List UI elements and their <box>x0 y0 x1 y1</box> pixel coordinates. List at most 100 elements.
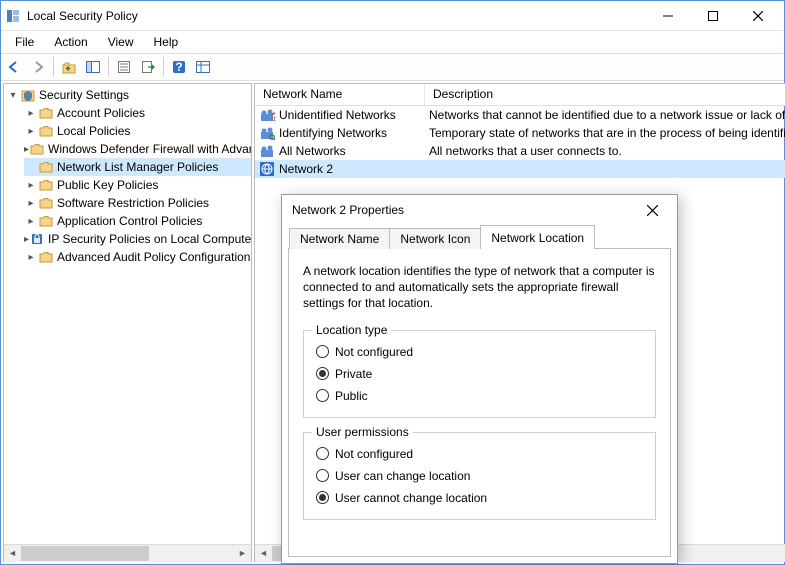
export-button[interactable] <box>137 56 159 78</box>
radio-label: Not configured <box>335 345 413 359</box>
menu-view[interactable]: View <box>98 33 144 51</box>
group-title: User permissions <box>312 425 413 439</box>
svg-text:?: ? <box>271 110 275 123</box>
tree-item[interactable]: Network List Manager Policies <box>24 158 251 176</box>
scroll-left-button[interactable]: ◄ <box>4 545 21 562</box>
expand-icon[interactable]: ▸ <box>24 180 38 191</box>
dialog-close-button[interactable] <box>637 195 667 225</box>
expand-icon[interactable]: ▸ <box>24 198 38 209</box>
column-network-name[interactable]: Network Name <box>255 84 425 105</box>
tree-item[interactable]: ▸Application Control Policies <box>24 212 251 230</box>
tab-network-location[interactable]: Network Location <box>480 225 595 249</box>
radio-button[interactable] <box>316 491 329 504</box>
dialog-title: Network 2 Properties <box>292 203 637 217</box>
collapse-icon[interactable]: ▾ <box>6 90 20 101</box>
radio-button[interactable] <box>316 345 329 358</box>
network-icon <box>259 143 275 159</box>
scroll-right-button[interactable]: ► <box>234 545 251 562</box>
tree-item[interactable]: ▸Advanced Audit Policy Configuration <box>24 248 251 266</box>
scroll-track[interactable] <box>21 545 234 562</box>
tree-item-label: Network List Manager Policies <box>57 160 218 174</box>
expand-icon[interactable]: ▸ <box>24 216 38 227</box>
location-description: A network location identifies the type o… <box>303 263 656 312</box>
list-row[interactable]: Network 2 <box>255 160 785 178</box>
tab-network-icon[interactable]: Network Icon <box>389 228 481 249</box>
expand-icon[interactable]: ▸ <box>24 108 38 119</box>
tree-panel: ▾ Security Settings ▸ Account Policies ▸ Lo… <box>3 83 252 562</box>
tree-item-label: Public Key Policies <box>57 178 158 192</box>
tree-item[interactable]: ▸ Public Key Policies <box>24 176 251 194</box>
menu-file[interactable]: File <box>5 33 44 51</box>
manage-button[interactable] <box>192 56 214 78</box>
radio-label: Private <box>335 367 372 381</box>
folder-icon <box>38 105 54 121</box>
app-icon <box>5 8 21 24</box>
properties-button[interactable] <box>113 56 135 78</box>
security-icon <box>20 87 36 103</box>
folder-icon <box>29 141 45 157</box>
tree-root-security-settings[interactable]: ▾ Security Settings <box>6 86 251 104</box>
radio-button[interactable] <box>316 469 329 482</box>
scroll-thumb[interactable] <box>21 546 149 561</box>
cell-network-name: ?Unidentified Networks <box>255 107 425 123</box>
minimize-button[interactable] <box>645 1 690 30</box>
radio-option[interactable]: User can change location <box>316 465 643 487</box>
forward-button[interactable] <box>27 56 49 78</box>
radio-button[interactable] <box>316 389 329 402</box>
list-row[interactable]: ?Unidentified NetworksNetworks that cann… <box>255 106 785 124</box>
column-description[interactable]: Description <box>425 84 785 105</box>
tree-item-label: Account Policies <box>57 106 145 120</box>
tree-view[interactable]: ▾ Security Settings ▸ Account Policies ▸ Lo… <box>4 84 251 544</box>
tree-hscrollbar[interactable]: ◄ ► <box>4 544 251 561</box>
menu-action[interactable]: Action <box>44 33 97 51</box>
radio-label: Not configured <box>335 447 413 461</box>
radio-option[interactable]: Private <box>316 363 643 385</box>
close-button[interactable] <box>735 1 780 30</box>
folder-icon <box>38 195 54 211</box>
dialog-tabbody: A network location identifies the type o… <box>288 248 671 557</box>
dialog-titlebar[interactable]: Network 2 Properties <box>282 195 677 225</box>
svg-text:?: ? <box>175 60 182 74</box>
radio-option[interactable]: Not configured <box>316 443 643 465</box>
tree-item[interactable]: ▸ Account Policies <box>24 104 251 122</box>
group-location-type: Location type Not configuredPrivatePubli… <box>303 330 656 418</box>
tree-item[interactable]: ▸ Software Restriction Policies <box>24 194 251 212</box>
main-window: Local Security Policy File Action View H… <box>0 0 785 565</box>
tree-item-label: Local Policies <box>57 124 130 138</box>
expand-icon[interactable]: ▸ <box>24 252 38 263</box>
help-button[interactable]: ? <box>168 56 190 78</box>
radio-option[interactable]: Public <box>316 385 643 407</box>
list-row[interactable]: All NetworksAll networks that a user con… <box>255 142 785 160</box>
tree-item[interactable]: ▸Windows Defender Firewall with Advanced… <box>24 140 251 158</box>
dialog-tabstrip: Network Name Network Icon Network Locati… <box>282 225 677 249</box>
maximize-button[interactable] <box>690 1 735 30</box>
titlebar: Local Security Policy <box>1 1 784 31</box>
menu-help[interactable]: Help <box>144 33 189 51</box>
radio-option[interactable]: User cannot change location <box>316 487 643 509</box>
network-icon <box>259 161 275 177</box>
folder-icon <box>38 177 54 193</box>
tab-network-name[interactable]: Network Name <box>289 228 390 249</box>
window-title: Local Security Policy <box>27 9 645 23</box>
up-level-button[interactable] <box>58 56 80 78</box>
cell-description: All networks that a user connects to. <box>425 144 785 158</box>
show-hide-tree-button[interactable] <box>82 56 104 78</box>
tree-item[interactable]: ▸IP Security Policies on Local Computer <box>24 230 251 248</box>
expand-icon[interactable]: ▸ <box>24 126 38 137</box>
tree-item-label: Software Restriction Policies <box>57 196 209 210</box>
radio-button[interactable] <box>316 447 329 460</box>
tree-item[interactable]: ▸ Local Policies <box>24 122 251 140</box>
list-row[interactable]: Identifying NetworksTemporary state of n… <box>255 124 785 142</box>
folder-icon <box>38 213 54 229</box>
cell-description: Temporary state of networks that are in … <box>425 126 785 140</box>
group-user-permissions: User permissions Not configuredUser can … <box>303 432 656 520</box>
back-button[interactable] <box>3 56 25 78</box>
menubar: File Action View Help <box>1 31 784 53</box>
cell-description: Networks that cannot be identified due t… <box>425 108 785 122</box>
radio-button[interactable] <box>316 367 329 380</box>
folder-icon <box>38 123 54 139</box>
properties-dialog: Network 2 Properties Network Name Networ… <box>281 194 678 564</box>
tree-item-label: Windows Defender Firewall with Advanced … <box>48 142 251 156</box>
radio-option[interactable]: Not configured <box>316 341 643 363</box>
scroll-left-button[interactable]: ◄ <box>255 545 272 562</box>
